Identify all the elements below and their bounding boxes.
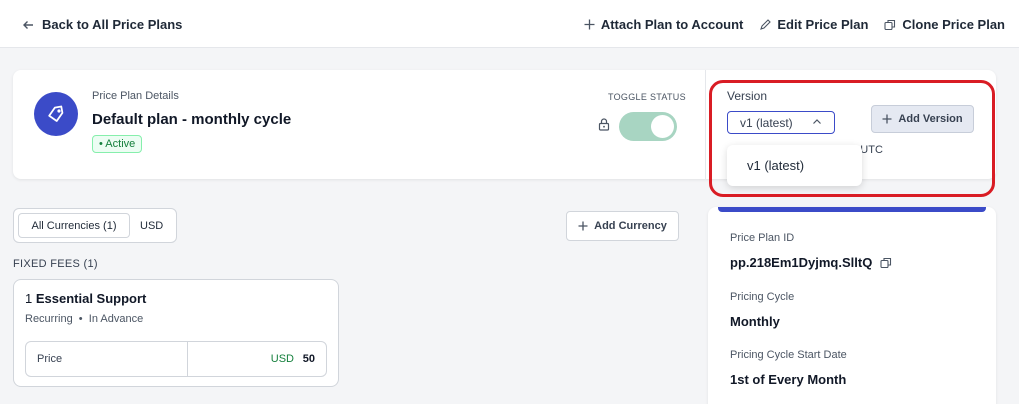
highlight-annotation [709, 80, 995, 197]
fee-name: Essential Support [35, 291, 147, 306]
currency-tabs: All Currencies (1) USD [13, 208, 177, 243]
plus-icon [578, 221, 588, 231]
arrow-left-icon [22, 19, 34, 31]
price-label: Price [37, 353, 63, 365]
accent-bar [718, 207, 986, 212]
fee-card[interactable]: 1 Essential Support Recurring • In Advan… [13, 279, 339, 387]
attach-plan-label: Attach Plan to Account [600, 17, 744, 32]
clone-plan-button[interactable]: Clone Price Plan [884, 17, 1005, 32]
fee-index: 1 [25, 291, 33, 306]
pricing-cycle-value: Monthly [730, 314, 780, 329]
back-link[interactable]: Back to All Price Plans [22, 17, 182, 32]
pencil-icon [759, 18, 772, 31]
add-currency-button[interactable]: Add Currency [566, 211, 679, 241]
tab-usd[interactable]: USD [140, 220, 163, 232]
cycle-start-value: 1st of Every Month [730, 372, 847, 387]
lock-icon [598, 118, 610, 136]
plan-id-row: pp.218Em1Dyjmq.SlltQ [730, 255, 892, 270]
plan-id-value: pp.218Em1Dyjmq.SlltQ [730, 255, 873, 270]
add-currency-label: Add Currency [594, 220, 667, 232]
status-badge: • Active [92, 135, 143, 153]
fixed-fees-header: FIXED FEES (1) [13, 258, 98, 270]
fee-title: 1 Essential Support [25, 291, 146, 306]
fee-subtitle: Recurring • In Advance [25, 313, 143, 325]
divider [187, 342, 188, 376]
clone-plan-label: Clone Price Plan [902, 17, 1005, 32]
copy-icon [884, 19, 896, 31]
plan-name: Default plan - monthly cycle [92, 111, 292, 128]
edit-plan-button[interactable]: Edit Price Plan [759, 17, 868, 32]
edit-plan-label: Edit Price Plan [777, 17, 869, 32]
price-amount: 50 [302, 353, 315, 365]
toggle-knob [651, 115, 674, 138]
fee-billing: Recurring [25, 313, 73, 325]
top-actions: Attach Plan to Account Edit Price Plan C… [584, 17, 1005, 32]
attach-plan-button[interactable]: Attach Plan to Account [584, 17, 744, 32]
pricing-cycle-label: Pricing Cycle [730, 291, 795, 303]
price-row: Price USD 50 [25, 341, 327, 377]
tab-all-currencies[interactable]: All Currencies (1) [18, 213, 130, 238]
copy-icon[interactable] [880, 257, 892, 269]
cycle-start-label: Pricing Cycle Start Date [730, 349, 847, 361]
fee-timing: In Advance [88, 313, 144, 325]
section-label: Price Plan Details [92, 90, 179, 102]
back-link-label: Back to All Price Plans [42, 17, 183, 32]
divider [705, 70, 706, 179]
price-tag-icon [34, 92, 78, 136]
plus-icon [584, 19, 595, 30]
top-bar: Back to All Price Plans Attach Plan to A… [0, 0, 1019, 48]
toggle-status-label: TOGGLE STATUS [608, 92, 686, 102]
price-currency: USD [270, 353, 294, 365]
status-toggle[interactable] [619, 112, 677, 141]
plan-id-label: Price Plan ID [730, 232, 795, 244]
plan-info-card: Price Plan ID pp.218Em1Dyjmq.SlltQ Prici… [708, 207, 996, 404]
bullet-separator: • [75, 313, 89, 325]
